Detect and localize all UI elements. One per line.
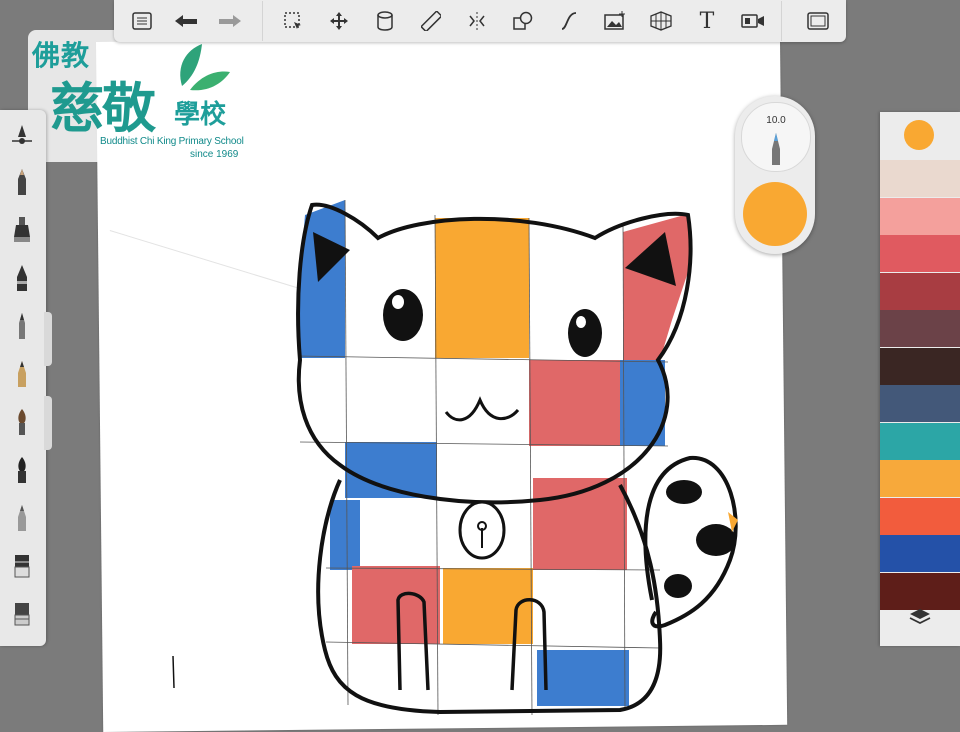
tail-spot (664, 574, 692, 598)
redo-icon[interactable] (212, 3, 248, 39)
eye-highlight (576, 316, 586, 328)
color-swatch[interactable] (880, 197, 960, 235)
patch-red (529, 360, 623, 446)
color-swatch[interactable] (880, 347, 960, 385)
logo-text-line3: 學校 (174, 100, 227, 130)
eraser-hard-icon[interactable] (6, 598, 38, 630)
color-swatch[interactable] (880, 160, 960, 197)
fill-icon[interactable] (367, 3, 403, 39)
logo-since: since 1969 (190, 149, 239, 160)
brush-tray (0, 110, 46, 646)
logo-english-name: Buddhist Chi King Primary School (100, 136, 244, 147)
menu-icon[interactable] (124, 3, 160, 39)
patch-orange (435, 218, 529, 358)
brush-size-value: 10.0 (766, 115, 786, 126)
color-swatch[interactable] (880, 310, 960, 347)
airbrush-brush-icon[interactable] (6, 214, 38, 246)
marker-brush-icon[interactable] (6, 262, 38, 294)
cat-eye-left (383, 289, 423, 341)
marker-tip-icon (772, 133, 780, 165)
current-color-swatch[interactable] (743, 182, 807, 246)
undo-icon[interactable] (168, 3, 204, 39)
brush-settings-icon[interactable] (6, 118, 38, 150)
patch-orange (443, 568, 533, 644)
current-color-button[interactable] (904, 120, 934, 150)
tail-spot (666, 480, 702, 504)
video-icon[interactable] (735, 3, 771, 39)
eye-highlight (392, 295, 404, 309)
pen-brush-icon[interactable] (6, 310, 38, 342)
patch-red-ear (623, 214, 692, 360)
cat-eye-right (568, 309, 602, 357)
curve-icon[interactable] (551, 3, 587, 39)
transform-icon[interactable] (321, 3, 357, 39)
tray-handle[interactable] (44, 396, 52, 450)
patch-blue (537, 650, 629, 706)
pencil-brush-icon[interactable] (6, 166, 38, 198)
patch-blue (330, 500, 360, 570)
select-icon[interactable] (275, 3, 311, 39)
logo-text-line2: 慈敬 (50, 76, 156, 140)
color-swatch[interactable] (880, 385, 960, 422)
toolbar-separator (781, 1, 782, 41)
tray-handle[interactable] (44, 312, 52, 366)
color-palette (880, 112, 960, 646)
perspective-icon[interactable] (643, 3, 679, 39)
ruler-icon[interactable] (413, 3, 449, 39)
color-swatch[interactable] (880, 422, 960, 460)
brush-size-control[interactable]: 10.0 (741, 102, 811, 172)
color-swatch[interactable] (880, 272, 960, 310)
eraser-soft-icon[interactable] (6, 550, 38, 582)
color-swatch[interactable] (880, 235, 960, 272)
chisel-brush-icon[interactable] (6, 502, 38, 534)
stray-stroke (172, 655, 175, 689)
color-swatch[interactable] (880, 497, 960, 535)
color-swatch[interactable] (880, 535, 960, 572)
tail-spot (696, 524, 736, 556)
top-toolbar: T (114, 0, 846, 42)
symmetry-icon[interactable] (459, 3, 495, 39)
color-swatch[interactable] (880, 460, 960, 497)
toolbar-separator (262, 1, 263, 41)
layers-icon[interactable] (904, 602, 936, 632)
shape-icon[interactable] (505, 3, 541, 39)
fullscreen-icon[interactable] (800, 3, 836, 39)
brush-puck[interactable]: 10.0 (735, 96, 815, 254)
image-icon[interactable] (597, 3, 633, 39)
ink-brush-icon[interactable] (6, 454, 38, 486)
leaf-icon (180, 44, 230, 91)
text-icon[interactable]: T (689, 3, 725, 39)
fineliner-brush-icon[interactable] (6, 358, 38, 390)
school-logo: 佛教 慈敬 學校 Buddhist Chi King Primary Schoo… (28, 30, 258, 162)
cat-mouth (444, 396, 520, 422)
paintbrush-brush-icon[interactable] (6, 406, 38, 438)
